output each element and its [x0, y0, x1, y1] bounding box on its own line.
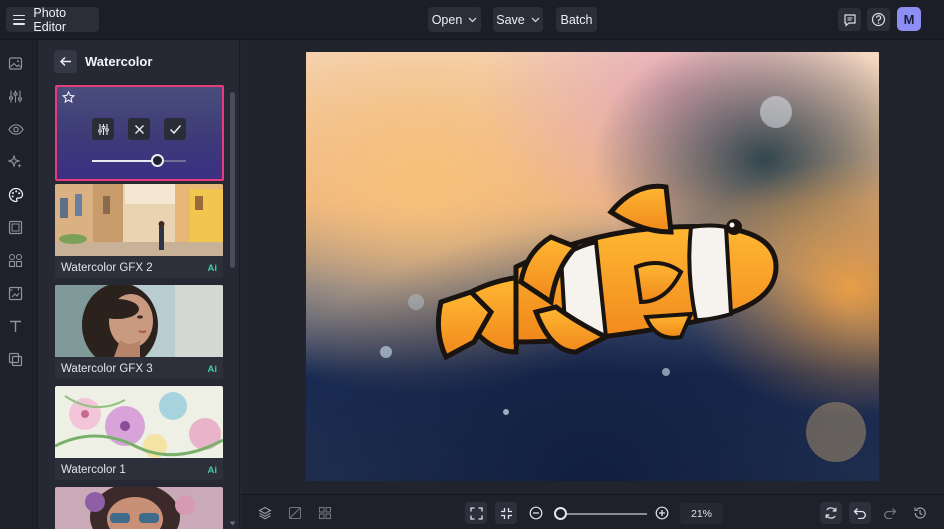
- palette-icon[interactable]: [7, 186, 24, 203]
- close-icon: [134, 124, 144, 134]
- texture-icon[interactable]: [7, 285, 24, 302]
- overlay-icon[interactable]: [7, 351, 24, 368]
- layers-icon: [258, 506, 272, 520]
- redo-button[interactable]: [879, 502, 901, 524]
- shrink-icon: [500, 507, 512, 519]
- portrait-preview-image: [55, 285, 223, 357]
- help-button[interactable]: [867, 8, 890, 31]
- adjustments-icon[interactable]: [7, 88, 24, 105]
- check-icon: [169, 124, 181, 134]
- text-icon[interactable]: [7, 318, 24, 335]
- zoom-in-button[interactable]: [651, 502, 673, 524]
- grid-button[interactable]: [314, 502, 336, 524]
- cancel-effect-button[interactable]: [128, 118, 150, 140]
- effect-thumbnail[interactable]: [55, 487, 223, 529]
- intensity-slider-track[interactable]: [92, 160, 186, 162]
- undo-button[interactable]: [849, 502, 871, 524]
- sunglasses-preview-image: [55, 487, 223, 529]
- history-button[interactable]: [909, 502, 931, 524]
- intensity-slider-fill: [92, 160, 158, 162]
- redo-icon: [884, 508, 897, 519]
- eye-icon[interactable]: [7, 121, 24, 138]
- effect-label: Watercolor GFX 3: [61, 363, 153, 375]
- batch-button[interactable]: Batch: [556, 7, 597, 32]
- arrow-left-icon: [59, 56, 71, 67]
- help-icon: [871, 12, 886, 27]
- effect-settings-button[interactable]: [92, 118, 114, 140]
- tool-rail: [0, 40, 38, 529]
- grid-icon: [318, 506, 332, 520]
- panel-title: Watercolor: [85, 54, 153, 69]
- compare-icon: [288, 506, 302, 520]
- fit-screen-button[interactable]: [465, 502, 487, 524]
- effect-label: Watercolor GFX 2: [61, 262, 153, 274]
- zoom-slider-track[interactable]: [559, 513, 647, 515]
- effect-label: Watercolor 1: [61, 464, 126, 476]
- open-label: Open: [431, 12, 463, 27]
- save-label: Save: [496, 12, 525, 27]
- effect-thumbnail[interactable]: Watercolor GFX 3 Ai: [55, 285, 223, 379]
- comments-button[interactable]: [838, 8, 861, 31]
- minus-circle-icon: [529, 506, 543, 520]
- ai-badge: Ai: [207, 465, 218, 476]
- compare-button[interactable]: [284, 502, 306, 524]
- back-button[interactable]: [54, 50, 77, 73]
- clownfish-watercolor-photo[interactable]: [306, 52, 879, 481]
- batch-label: Batch: [560, 12, 593, 27]
- zoom-level[interactable]: 21%: [680, 503, 723, 524]
- save-button[interactable]: Save: [493, 7, 543, 32]
- image-icon[interactable]: [7, 55, 24, 72]
- app-title: Photo Editor: [33, 5, 67, 34]
- plus-circle-icon: [655, 506, 669, 520]
- user-avatar[interactable]: M: [897, 7, 921, 31]
- chat-icon: [843, 13, 856, 27]
- effect-thumbnail[interactable]: Watercolor 1 Ai: [55, 386, 223, 480]
- panel-scrollbar[interactable]: [230, 92, 235, 268]
- history-icon: [914, 507, 926, 519]
- sliders-icon: [97, 123, 109, 135]
- top-bar: Photo Editor Open Save Batch M: [0, 0, 944, 40]
- street-preview-image: [55, 184, 223, 256]
- actual-size-button[interactable]: [495, 502, 517, 524]
- effect-thumbnail[interactable]: Watercolor GFX 2 Ai: [55, 184, 223, 278]
- active-effect-card[interactable]: [55, 85, 224, 181]
- layers-button[interactable]: [254, 502, 276, 524]
- effects-panel: Watercolor Watercolor GFX 2 Ai Watercolo…: [38, 40, 240, 529]
- star-icon[interactable]: [62, 91, 75, 104]
- shapes-icon[interactable]: [7, 252, 24, 269]
- reset-button[interactable]: [820, 502, 842, 524]
- intensity-slider-handle[interactable]: [151, 154, 165, 167]
- zoom-out-button[interactable]: [525, 502, 547, 524]
- sparkle-icon[interactable]: [7, 153, 24, 170]
- expand-icon: [469, 506, 483, 520]
- ai-badge: Ai: [207, 364, 218, 375]
- scroll-down-arrow-icon[interactable]: [229, 521, 236, 526]
- chevron-down-icon: [531, 17, 540, 22]
- undo-icon: [853, 508, 866, 519]
- open-button[interactable]: Open: [428, 7, 481, 32]
- chevron-down-icon: [468, 17, 477, 22]
- frame-icon[interactable]: [7, 219, 24, 236]
- hamburger-icon: [13, 14, 26, 25]
- zoom-slider-handle[interactable]: [554, 507, 568, 520]
- ai-badge: Ai: [207, 263, 218, 274]
- main-menu-button[interactable]: Photo Editor: [6, 5, 99, 34]
- refresh-icon: [825, 507, 837, 519]
- bottom-toolbar: 21%: [241, 494, 944, 529]
- flowers-preview-image: [55, 386, 223, 458]
- apply-effect-button[interactable]: [164, 118, 186, 140]
